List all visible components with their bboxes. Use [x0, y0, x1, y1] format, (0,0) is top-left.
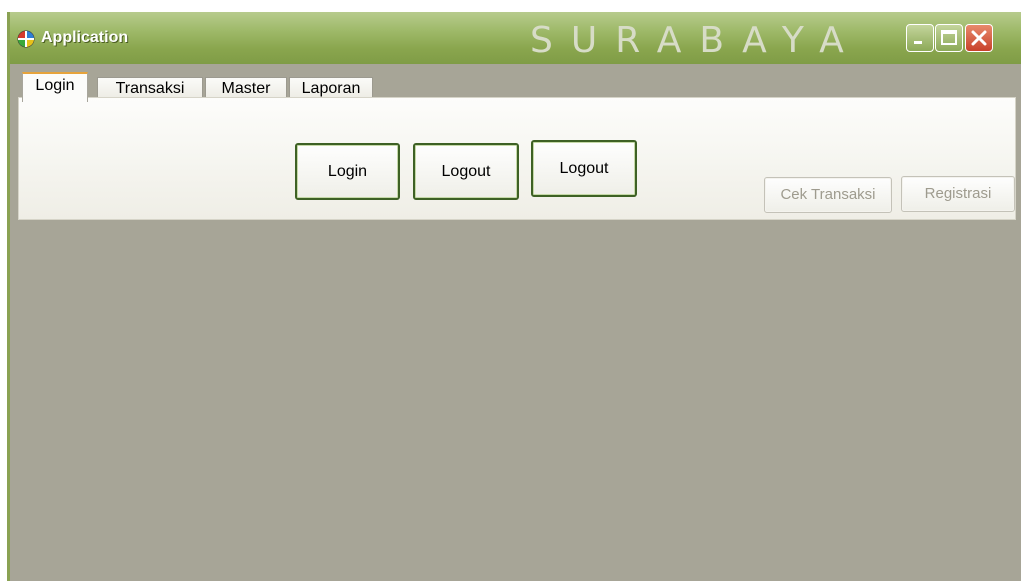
- tab-strip: Login Transaksi Master Laporan: [18, 64, 1021, 102]
- cek-transaksi-button[interactable]: Cek Transaksi: [764, 177, 892, 213]
- login-button[interactable]: Login: [295, 143, 400, 200]
- minimize-button[interactable]: [906, 24, 934, 52]
- logout-button[interactable]: Logout: [413, 143, 519, 200]
- logout-button-2[interactable]: Logout: [531, 140, 637, 197]
- tab-login[interactable]: Login: [22, 72, 88, 102]
- application-window: Application SURABAYA Login Transaksi Mas…: [7, 12, 1021, 581]
- mdi-client-area: [10, 220, 1021, 581]
- window-title: Application: [41, 29, 129, 46]
- minimize-icon: [914, 41, 922, 44]
- app-icon: [17, 30, 35, 48]
- close-icon: [971, 30, 987, 46]
- registrasi-button[interactable]: Registrasi: [901, 176, 1015, 212]
- maximize-icon: [941, 30, 957, 45]
- maximize-button[interactable]: [935, 24, 963, 52]
- login-tab-panel: Login Logout Logout Cek Transaksi Regist…: [18, 97, 1016, 220]
- close-button[interactable]: [965, 24, 993, 52]
- watermark-text: SURABAYA: [530, 20, 862, 61]
- title-bar[interactable]: Application SURABAYA: [10, 12, 1021, 64]
